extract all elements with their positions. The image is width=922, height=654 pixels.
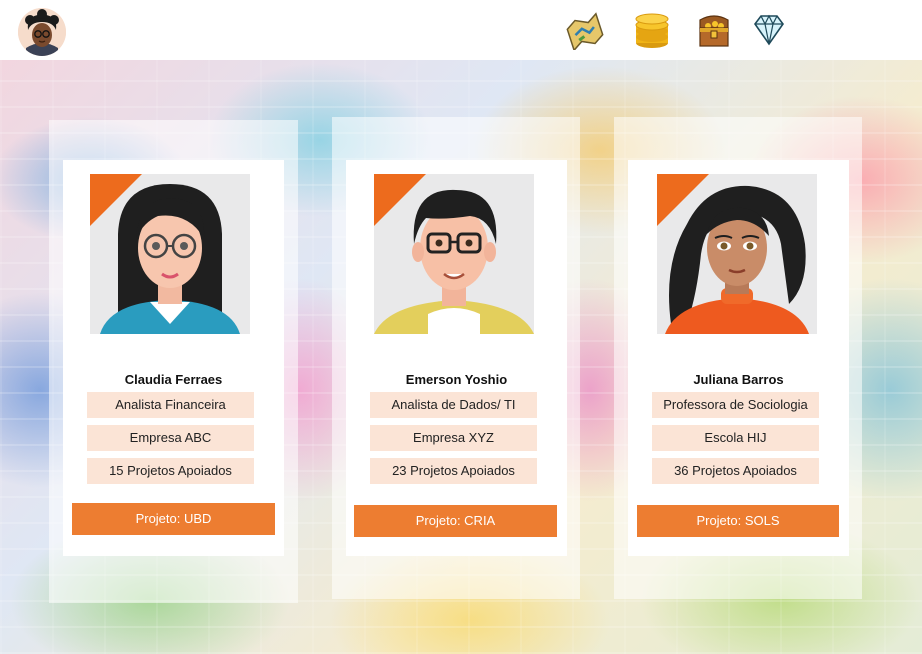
coins-icon[interactable]: [632, 12, 670, 50]
mentor-organization: Empresa XYZ: [370, 425, 537, 451]
mentor-card: Claudia Ferraes Analista Financeira Empr…: [63, 160, 284, 556]
mentor-name: Juliana Barros: [693, 372, 784, 387]
map-icon[interactable]: [565, 12, 604, 52]
project-button[interactable]: Projeto: SOLS: [637, 505, 839, 537]
mentor-organization: Escola HIJ: [652, 425, 819, 451]
mentor-name: Claudia Ferraes: [124, 372, 223, 387]
treasure-chest-icon[interactable]: [694, 12, 732, 50]
top-bar: [0, 0, 922, 60]
user-avatar[interactable]: [18, 8, 66, 56]
mentor-photo: [374, 174, 534, 334]
mentor-organization: Empresa ABC: [87, 425, 254, 451]
mentor-photo: [657, 174, 817, 334]
mentor-card: Juliana Barros Professora de Sociologia …: [628, 160, 849, 556]
diamond-icon[interactable]: [751, 12, 789, 50]
mentor-role: Analista de Dados/ TI: [370, 392, 537, 418]
project-button[interactable]: Projeto: UBD: [72, 503, 275, 535]
mentor-projects-count: 36 Projetos Apoiados: [652, 458, 819, 484]
mentor-photo: [90, 174, 250, 334]
mentor-projects-count: 15 Projetos Apoiados: [87, 458, 254, 484]
mentor-projects-count: 23 Projetos Apoiados: [370, 458, 537, 484]
mentor-card: Emerson Yoshio Analista de Dados/ TI Emp…: [346, 160, 567, 556]
mentor-role: Professora de Sociologia: [652, 392, 819, 418]
mentor-role: Analista Financeira: [87, 392, 254, 418]
mentor-name: Emerson Yoshio: [405, 372, 508, 387]
project-button[interactable]: Projeto: CRIA: [354, 505, 557, 537]
